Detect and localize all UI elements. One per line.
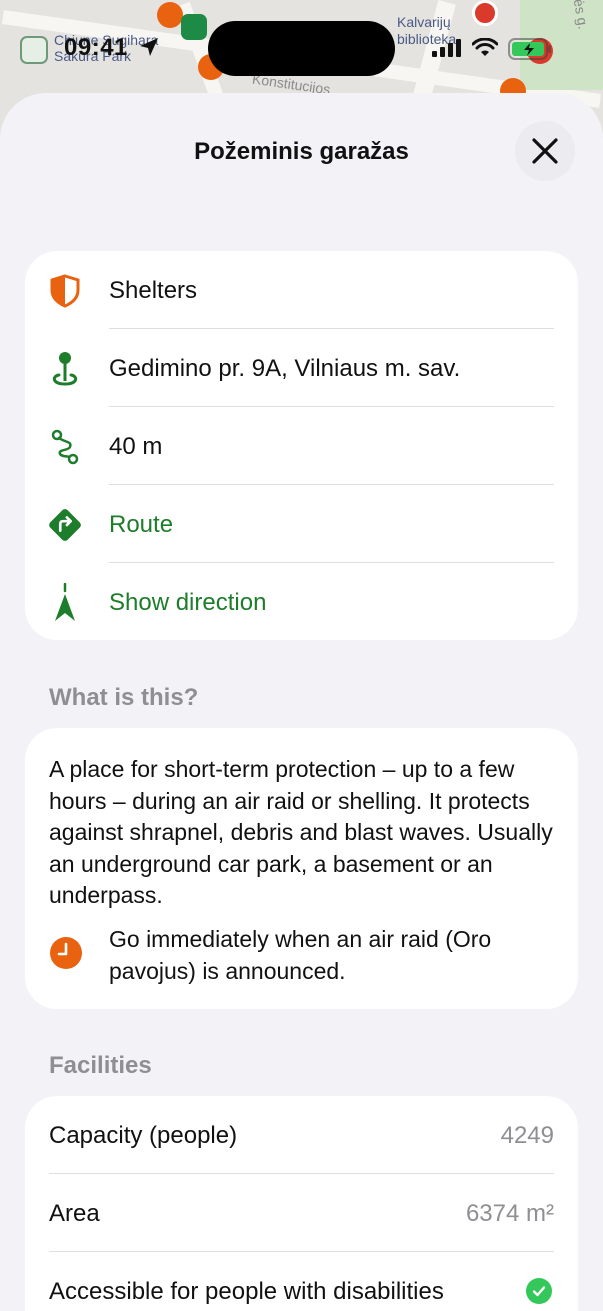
accessibility-label: Accessible for people with disabilities	[49, 1278, 444, 1305]
location-arrow-icon	[140, 38, 158, 56]
status-bar: 09:41	[0, 0, 603, 92]
area-row: Area 6374 m²	[25, 1174, 578, 1252]
wifi-icon	[472, 38, 498, 56]
status-time: 09:41	[64, 34, 128, 61]
description-card: A place for short-term protection – up t…	[25, 728, 578, 1009]
dynamic-island	[208, 21, 395, 76]
sheet-title: Požeminis garažas	[194, 138, 409, 165]
area-label: Area	[49, 1200, 100, 1227]
route-button[interactable]: Route	[25, 485, 578, 563]
route-path-icon	[47, 429, 83, 465]
distance-row: 40 m	[25, 407, 578, 485]
what-is-this-heading: What is this?	[49, 684, 199, 711]
route-label: Route	[109, 511, 174, 538]
shield-icon	[47, 273, 83, 309]
category-row: Shelters	[25, 251, 578, 329]
info-card: Shelters Gedimino pr. 9A, Vilniaus m. sa…	[25, 251, 578, 640]
distance-label: 40 m	[109, 433, 163, 460]
shelter-description: A place for short-term protection – up t…	[49, 756, 553, 908]
address-label: Gedimino pr. 9A, Vilniaus m. sav.	[109, 355, 461, 382]
capacity-row: Capacity (people) 4249	[25, 1096, 578, 1174]
accessibility-row: Accessible for people with disabilities	[25, 1252, 578, 1311]
facilities-heading: Facilities	[49, 1052, 152, 1079]
capacity-label: Capacity (people)	[49, 1122, 238, 1149]
clock-icon	[50, 937, 82, 969]
cellular-signal-icon	[432, 39, 461, 57]
battery-icon	[508, 38, 551, 60]
compass-arrow-icon	[47, 583, 83, 621]
shelter-detail-sheet: Požeminis garažas Shelters Gedimino pr. …	[0, 93, 603, 1311]
close-icon	[532, 138, 558, 164]
checkmark-icon	[526, 1278, 552, 1304]
capacity-value: 4249	[500, 1122, 554, 1149]
show-direction-button[interactable]: Show direction	[25, 563, 578, 641]
location-pin-icon	[47, 351, 83, 387]
air-raid-note: Go immediately when an air raid (Oro pav…	[109, 926, 492, 984]
show-direction-label: Show direction	[109, 589, 267, 616]
facilities-card: Capacity (people) 4249 Area 6374 m² Acce…	[25, 1096, 578, 1311]
directions-icon	[47, 507, 83, 543]
address-row[interactable]: Gedimino pr. 9A, Vilniaus m. sav.	[25, 329, 578, 407]
category-label: Shelters	[109, 277, 198, 304]
area-value: 6374 m²	[465, 1200, 554, 1227]
close-button[interactable]	[515, 121, 575, 181]
